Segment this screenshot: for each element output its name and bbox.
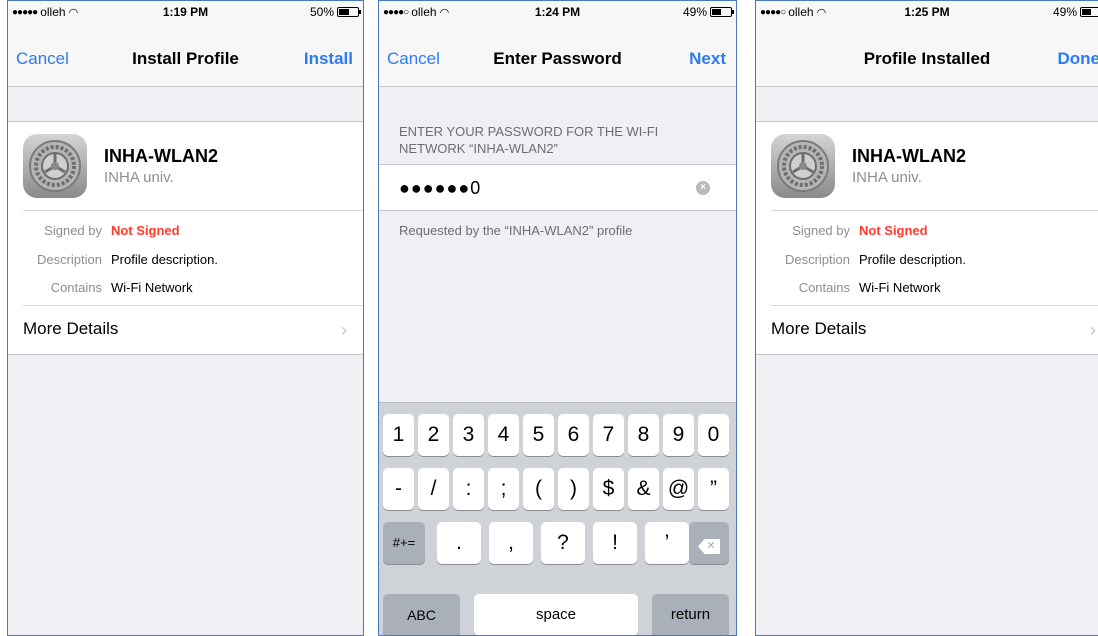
next-button[interactable]: Next [689,49,726,69]
status-time: 1:25 PM [904,5,950,19]
key-exclamation[interactable]: ! [593,522,637,564]
row-label: Signed by [44,223,102,238]
navigation-bar: Profile Installed Done [756,21,1098,87]
numeric-keyboard: 1 2 3 4 5 6 7 8 9 0 - / : ; ( ) $ & @ ” … [379,402,736,635]
battery-percent: 50% [309,5,334,19]
key-4[interactable]: 4 [488,414,519,456]
done-button[interactable]: Done [1058,49,1098,69]
key-more-symbols[interactable]: #+= [383,522,425,564]
row-label: Signed by [792,223,850,238]
profile-organization: INHA univ. [852,169,922,186]
page-title: Profile Installed [863,49,991,68]
page-title: Enter Password [493,49,622,68]
delete-button[interactable]: ✕ [689,522,729,564]
key-9[interactable]: 9 [663,414,694,456]
battery-percent: 49% [682,5,707,19]
password-input[interactable]: ●●●●●●0 [399,178,481,199]
screen-profile-installed: ●●●●○ olleh ◠ 1:25 PM 49% Profile Installe… [755,0,1098,636]
key-question[interactable]: ? [541,522,585,564]
divider [771,210,1098,211]
more-details-label: More Details [23,319,119,338]
key-2[interactable]: 2 [418,414,449,456]
password-prompt: ENTER YOUR PASSWORD FOR THE WI-FI NETWOR… [399,124,659,156]
key-1[interactable]: 1 [383,414,414,456]
battery-icon [1080,7,1098,17]
row-value: Profile description. [111,252,218,267]
key-close-paren[interactable]: ) [558,468,589,510]
key-comma[interactable]: , [489,522,533,564]
key-apostrophe[interactable]: ’ [645,522,689,564]
delete-icon: ✕ [698,539,720,554]
screen-enter-password: ●●●●○ olleh ◠ 1:24 PM 49% Cancel Enter Pas… [378,0,737,636]
key-period[interactable]: . [437,522,481,564]
key-quote[interactable]: ” [698,468,729,510]
key-7[interactable]: 7 [593,414,624,456]
row-label: Contains [50,280,102,295]
clear-icon[interactable]: × [696,181,710,195]
space-key[interactable]: space [474,594,638,635]
abc-button[interactable]: ABC [383,594,460,635]
navigation-bar: Cancel Enter Password Next [379,21,736,87]
more-details-row[interactable]: More Details › [756,306,1098,354]
key-8[interactable]: 8 [628,414,659,456]
profile-card: INHA-WLAN2 INHA univ. Signed by Not Sign… [756,121,1098,355]
battery-icon [710,7,734,17]
profile-card: INHA-WLAN2 INHA univ. Signed by Not Sign… [8,121,363,355]
chevron-right-icon: › [341,320,347,340]
key-semicolon[interactable]: ; [488,468,519,510]
description-row: Description Profile description. [756,252,1098,270]
profile-name: INHA-WLAN2 [104,146,218,166]
key-open-paren[interactable]: ( [523,468,554,510]
contains-row: Contains Wi-Fi Network [8,280,363,298]
profile-organization: INHA univ. [104,169,174,186]
description-row: Description Profile description. [8,252,363,270]
divider [23,210,363,211]
more-details-label: More Details [771,319,867,338]
key-dollar[interactable]: $ [593,468,624,510]
key-6[interactable]: 6 [558,414,589,456]
chevron-right-icon: › [1090,320,1096,340]
battery-icon [337,7,361,17]
row-value: Profile description. [859,252,966,267]
return-key[interactable]: return [652,594,729,635]
signed-status: Not Signed [111,223,180,238]
profile-name: INHA-WLAN2 [852,146,966,166]
key-ampersand[interactable]: & [628,468,659,510]
settings-gear-icon [771,134,835,198]
screen-install-profile: ●●●●● olleh ◠ 1:19 PM 50% Cancel Install P… [7,0,364,636]
signed-by-row: Signed by Not Signed [8,223,363,241]
requested-by-note: Requested by the “INHA-WLAN2” profile [399,223,633,238]
status-bar: ●●●●● olleh ◠ 1:19 PM 50% [8,1,363,21]
key-at[interactable]: @ [663,468,694,510]
signed-status: Not Signed [859,223,928,238]
password-field[interactable]: ●●●●●●0 × [379,164,736,211]
key-hyphen[interactable]: - [383,468,414,510]
key-3[interactable]: 3 [453,414,484,456]
navigation-bar: Cancel Install Profile Install [8,21,363,87]
status-bar: ●●●●○ olleh ◠ 1:24 PM 49% [379,1,736,21]
install-button[interactable]: Install [304,49,353,69]
row-label: Description [784,252,850,267]
row-label: Description [36,252,102,267]
contains-row: Contains Wi-Fi Network [756,280,1098,298]
key-colon[interactable]: : [453,468,484,510]
key-5[interactable]: 5 [523,414,554,456]
key-slash[interactable]: / [418,468,449,510]
row-label: Contains [798,280,850,295]
key-0[interactable]: 0 [698,414,729,456]
status-bar: ●●●●○ olleh ◠ 1:25 PM 49% [756,1,1098,21]
signed-by-row: Signed by Not Signed [756,223,1098,241]
battery-percent: 49% [1052,5,1077,19]
settings-gear-icon [23,134,87,198]
row-value: Wi-Fi Network [111,280,193,295]
more-details-row[interactable]: More Details › [8,306,363,354]
row-value: Wi-Fi Network [859,280,941,295]
